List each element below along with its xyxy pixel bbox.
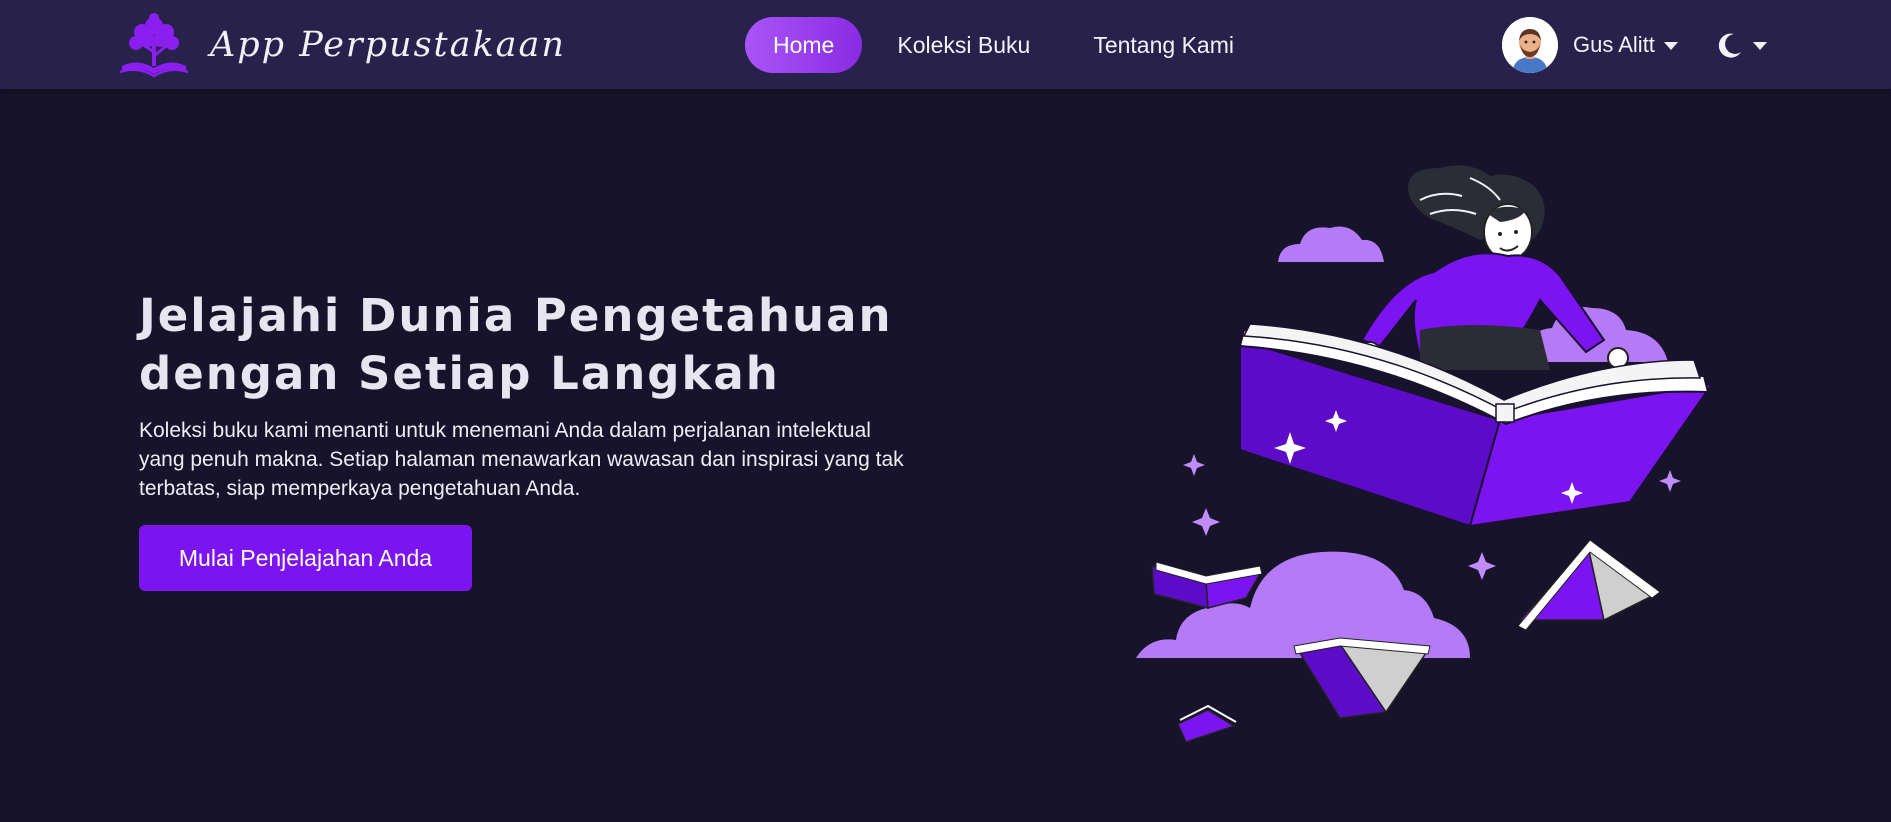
moon-icon: [1718, 33, 1741, 58]
navbar: App Perpustakaan Home Koleksi Buku Tenta…: [0, 0, 1891, 89]
brand-name: App Perpustakaan: [210, 25, 566, 65]
caret-down-icon: [1663, 42, 1678, 50]
main-nav: Home Koleksi Buku Tentang Kami: [745, 17, 1269, 73]
theme-toggle[interactable]: [1716, 25, 1767, 65]
nav-home[interactable]: Home: [745, 17, 863, 73]
caret-down-icon: [1753, 42, 1767, 50]
nav-koleksi-buku[interactable]: Koleksi Buku: [869, 17, 1058, 73]
nav-tentang-kami[interactable]: Tentang Kami: [1065, 17, 1262, 73]
avatar-icon: [1502, 17, 1558, 73]
hero-description: Koleksi buku kami menanti untuk menemani…: [139, 419, 904, 500]
user-menu[interactable]: Gus Alitt: [1502, 17, 1678, 73]
tree-book-logo-icon: [119, 13, 189, 78]
brand[interactable]: App Perpustakaan: [118, 10, 566, 80]
hero-title: Jelajahi Dunia Pengetahuan dengan Setiap…: [139, 289, 893, 400]
woman-reading-flying-book-illustration: [1136, 165, 1715, 743]
start-exploring-button[interactable]: Mulai Penjelajahan Anda: [139, 525, 472, 591]
user-name: Gus Alitt: [1573, 32, 1655, 57]
